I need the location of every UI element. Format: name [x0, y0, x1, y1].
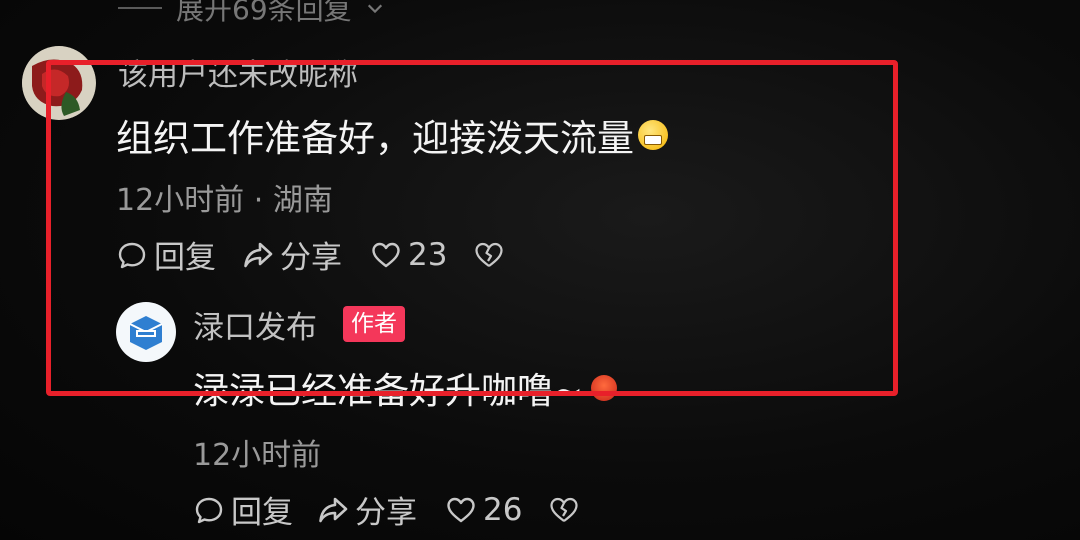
- share-icon: [319, 497, 348, 522]
- expand-replies-button[interactable]: 展开69条回复: [118, 0, 384, 28]
- reply-icon: [195, 497, 223, 523]
- reply-actions: 回复 分享 26: [193, 487, 580, 532]
- share-label: 分享: [355, 495, 417, 531]
- share-button[interactable]: 分享: [317, 487, 417, 532]
- divider-line: [118, 7, 162, 9]
- heart-icon: [447, 497, 475, 522]
- highlight-box: [46, 60, 898, 396]
- like-button[interactable]: 26: [445, 492, 522, 528]
- reply-button[interactable]: 回复: [193, 487, 293, 532]
- chevron-down-icon: [367, 4, 382, 14]
- like-count: 26: [483, 491, 523, 528]
- reply-label: 回复: [231, 495, 293, 531]
- broken-heart-icon: [550, 497, 579, 522]
- dislike-button[interactable]: [548, 494, 580, 526]
- expand-replies-label: 展开69条回复: [176, 0, 352, 26]
- reply-time: 12小时前: [193, 438, 322, 473]
